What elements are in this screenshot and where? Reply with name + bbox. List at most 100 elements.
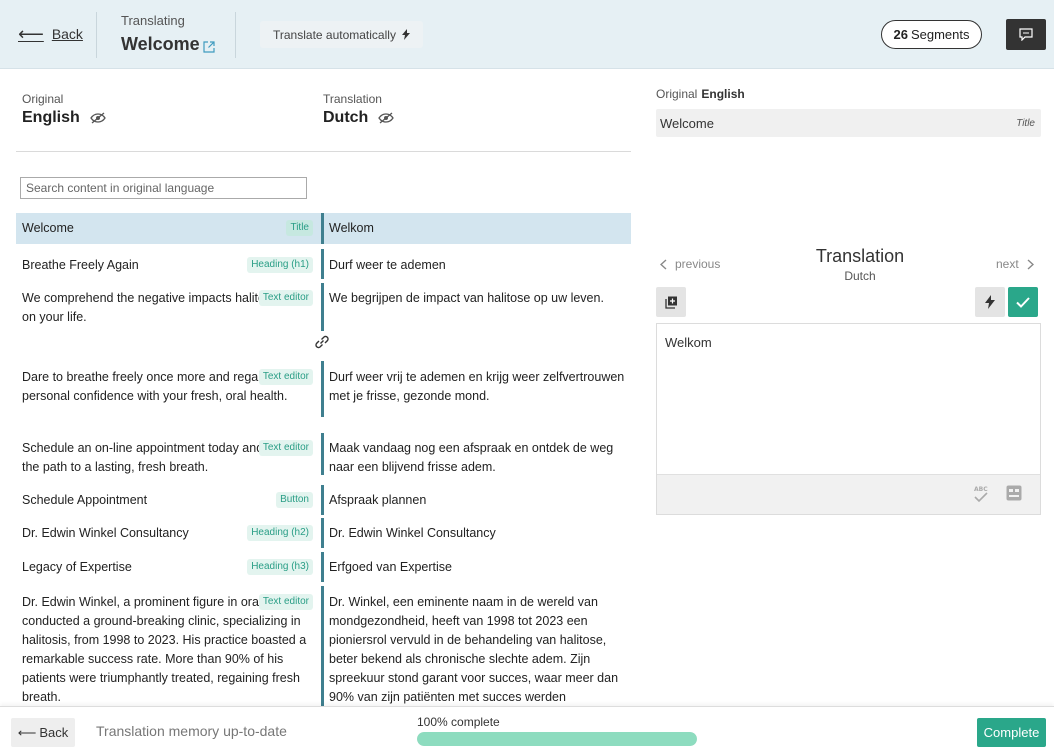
segment-divider xyxy=(321,433,324,475)
segment-row[interactable]: We comprehend the negative impacts halit… xyxy=(16,283,631,331)
translation-language-block: Translation Dutch xyxy=(323,92,395,127)
segment-row[interactable]: Schedule Appointment Button Afspraak plann… xyxy=(16,485,631,515)
progress-label: 100% complete xyxy=(417,715,500,729)
footer-back-label: Back xyxy=(39,725,69,740)
segment-row[interactable]: Welcome Title Welkom xyxy=(16,213,631,244)
comment-icon xyxy=(1019,28,1033,41)
segment-type-badge: Text editor xyxy=(258,369,313,385)
segment-translation[interactable]: Afspraak plannen xyxy=(329,491,625,510)
segment-divider xyxy=(321,213,324,244)
original-language-block: Original English xyxy=(22,92,106,127)
segment-divider xyxy=(321,361,324,417)
bolt-icon xyxy=(401,29,410,40)
segment-divider xyxy=(321,283,324,331)
segment-original: Welcome xyxy=(22,221,74,235)
previous-button[interactable]: previous xyxy=(660,257,720,271)
segments-list: Welcome Title Welkom Breathe Freely Again He… xyxy=(16,213,631,706)
detail-title: Translation xyxy=(815,246,905,266)
segment-divider xyxy=(321,586,324,706)
segment-translation[interactable]: Dr. Edwin Winkel Consultancy xyxy=(329,524,625,543)
segment-row[interactable]: Schedule an on-line appointment today an… xyxy=(16,433,631,475)
header-divider xyxy=(96,12,97,58)
back-link[interactable]: ⟵ Back xyxy=(18,24,83,44)
translation-label: Translation xyxy=(323,92,382,106)
segment-row[interactable]: Breathe Freely Again Heading (h1) Durf wee… xyxy=(16,249,631,279)
detail-original-value: Welcome xyxy=(660,116,714,131)
copy-icon xyxy=(664,296,677,309)
chevron-left-icon xyxy=(660,258,667,270)
segment-translation[interactable]: Maak vandaag nog een afspraak en ontdek … xyxy=(329,439,625,477)
segments-label: Segments xyxy=(910,27,970,42)
detail-original-label: Original English xyxy=(656,87,745,101)
segment-original: Schedule Appointment xyxy=(22,493,148,507)
original-label: Original xyxy=(22,92,64,106)
segment-type-badge: Text editor xyxy=(258,440,313,456)
segment-type-badge: Text editor xyxy=(258,290,313,306)
editor-toolbar: ABC xyxy=(657,474,1040,514)
previous-label: previous xyxy=(675,257,721,271)
next-button[interactable]: next xyxy=(996,257,1034,271)
segment-translation[interactable]: Durf weer te ademen xyxy=(329,256,625,275)
back-link-label: Back xyxy=(51,26,83,42)
segment-row[interactable]: Legacy of Expertise Heading (h3) Erfgoed v… xyxy=(16,552,631,582)
eye-off-icon[interactable] xyxy=(89,112,106,124)
spellcheck-icon[interactable]: ABC xyxy=(972,484,990,504)
segment-row[interactable]: Dr. Edwin Winkel Consultancy Heading (h2)… xyxy=(16,518,631,548)
footer-bar: ⟵ Back Translation memory up-to-date 100… xyxy=(0,706,1054,756)
external-link-icon[interactable] xyxy=(203,40,215,53)
comment-button[interactable] xyxy=(1006,19,1046,50)
eye-off-icon[interactable] xyxy=(378,112,395,124)
segment-type-badge: Heading (h1) xyxy=(247,257,313,273)
arrow-left-icon: ⟵ xyxy=(18,24,44,44)
translation-editor-text[interactable]: Welkom xyxy=(665,335,712,350)
next-label: next xyxy=(996,257,1019,271)
confirm-translation-button[interactable] xyxy=(1008,287,1038,317)
segments-count: 26 xyxy=(893,27,908,42)
segment-translation[interactable]: Dr. Winkel, een eminente naam in de were… xyxy=(329,593,625,706)
footer-back-button[interactable]: ⟵ Back xyxy=(11,718,75,747)
copy-original-button[interactable] xyxy=(656,287,686,317)
detail-original-box: Welcome Title xyxy=(656,109,1041,137)
segment-divider xyxy=(321,552,324,582)
segment-translation[interactable]: Welkom xyxy=(329,219,625,238)
dictionary-icon[interactable] xyxy=(1006,485,1022,501)
translating-label: Translating xyxy=(121,13,185,28)
segment-type-badge: Title xyxy=(286,220,313,236)
segment-divider xyxy=(321,485,324,515)
search-input[interactable] xyxy=(20,177,307,199)
arrow-left-icon: ⟵ xyxy=(17,724,37,740)
segment-type-badge: Button xyxy=(276,492,313,508)
link-segments-icon[interactable] xyxy=(312,332,332,352)
complete-button[interactable]: Complete xyxy=(977,718,1046,747)
detail-language: Dutch xyxy=(844,269,876,283)
check-icon xyxy=(1016,296,1030,308)
segment-row[interactable]: Dare to breathe freely once more and reg… xyxy=(16,361,631,417)
svg-text:ABC: ABC xyxy=(974,486,988,493)
segment-type-badge: Text editor xyxy=(258,594,313,610)
progress: 100% complete xyxy=(417,715,697,746)
translate-automatically-label: Translate automatically xyxy=(273,27,396,42)
translating-block: Translating Welcome xyxy=(121,13,215,55)
segment-translation[interactable]: We begrijpen de impact van halitose op u… xyxy=(329,289,625,308)
segment-type-badge: Heading (h2) xyxy=(247,525,313,541)
segment-translation[interactable]: Erfgoed van Expertise xyxy=(329,558,625,577)
detail-original-type: Title xyxy=(1016,118,1035,129)
page-title-text: Welcome xyxy=(121,34,200,54)
translation-language: Dutch xyxy=(323,109,369,126)
translate-automatically-button[interactable]: Translate automatically xyxy=(260,21,423,48)
top-header: ⟵ Back Translating Welcome Translate aut… xyxy=(0,0,1054,69)
translation-editor[interactable]: Welkom ABC xyxy=(656,323,1041,515)
chevron-right-icon xyxy=(1027,258,1034,270)
progress-fill xyxy=(417,732,697,746)
detail-original-language: English xyxy=(701,87,745,101)
segments-counter[interactable]: 26 Segments xyxy=(881,20,982,49)
segment-divider xyxy=(321,249,324,279)
divider-line xyxy=(16,151,631,152)
segment-row[interactable]: Dr. Edwin Winkel, a prominent figure in … xyxy=(16,586,631,706)
original-language: English xyxy=(22,109,80,126)
auto-translate-segment-button[interactable] xyxy=(975,287,1005,317)
segment-translation[interactable]: Durf weer vrij te ademen en krijg weer z… xyxy=(329,368,625,406)
segment-type-badge: Heading (h3) xyxy=(247,559,313,575)
translation-memory-status: Translation memory up-to-date xyxy=(96,723,287,739)
page-title[interactable]: Welcome xyxy=(121,34,215,55)
